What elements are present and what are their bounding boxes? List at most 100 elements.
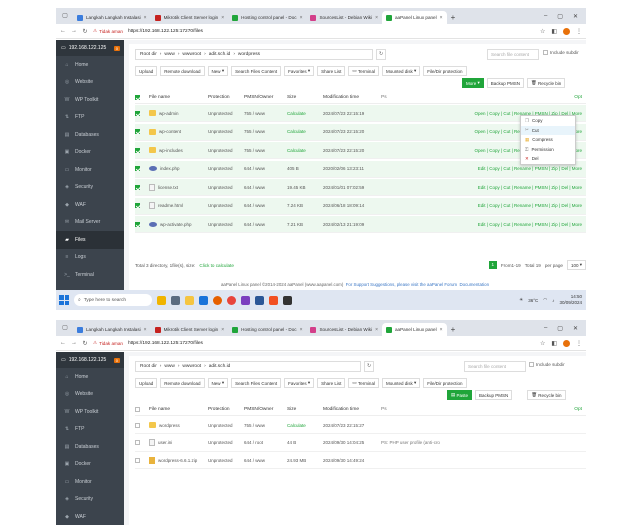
sidebar-item-website[interactable]: ◎ Website [56, 386, 124, 404]
sidebar-item-mail-server[interactable]: ✉ Mail Server [56, 214, 124, 232]
breadcrumb-item[interactable]: Root dir [140, 52, 157, 57]
table-row[interactable]: wp-activate.php Unprotected 644 / www 7.21 … [135, 216, 586, 233]
close-window-icon[interactable]: ✕ [573, 325, 578, 332]
file-name[interactable]: index.php [160, 166, 180, 171]
row-checkbox[interactable] [135, 221, 140, 227]
close-icon[interactable]: × [221, 15, 224, 21]
sidebar-item-files[interactable]: ▰ Files [56, 231, 124, 249]
kebab-menu-icon[interactable]: ⋮ [576, 28, 582, 35]
back-icon[interactable]: ← [60, 28, 66, 34]
row-checkbox[interactable] [135, 110, 140, 116]
new-tab-icon[interactable]: + [451, 13, 456, 22]
sidebar-item-security[interactable]: ◈ Security [56, 179, 124, 197]
remote-download-button[interactable]: Remote download [160, 378, 205, 388]
weather-icon[interactable]: ☀ [519, 297, 523, 303]
per-page-select[interactable]: 100 ▾ [566, 260, 586, 270]
notification-badge[interactable]: 0 [113, 45, 120, 51]
menu-item-cut[interactable]: ✂ Cut [521, 125, 575, 135]
row-checkbox[interactable] [135, 184, 140, 190]
menu-item-permission[interactable]: ⚿ Permission [521, 145, 575, 155]
table-row[interactable]: index.php Unprotected 644 / www 405 B 2020/0… [135, 160, 586, 178]
task-view-icon[interactable] [171, 295, 180, 305]
search-input[interactable]: Search file content [487, 49, 539, 60]
row-checkbox[interactable] [135, 129, 140, 134]
browser-tab[interactable]: Mikrotik Client Server login × [151, 11, 229, 24]
row-checkbox[interactable] [135, 440, 140, 445]
menu-item-compress[interactable]: ▦ Compress [521, 135, 575, 145]
widgets-icon[interactable] [157, 295, 166, 305]
select-all-checkbox[interactable] [135, 95, 140, 100]
breadcrumb-item[interactable]: www [164, 52, 174, 57]
browser-tab-active[interactable]: aaPanel Linux panel × [382, 323, 447, 336]
sidebar-item-monitor[interactable]: ▭ Monitor [56, 161, 124, 179]
browser-tab-active[interactable]: aaPanel Linux panel × [382, 11, 447, 24]
file-name[interactable]: user.ini [158, 440, 172, 445]
row-checkbox[interactable] [135, 166, 140, 171]
avatar[interactable] [563, 339, 570, 347]
browser-tab[interactable]: Mikrotik Client Server login × [151, 323, 229, 336]
favorites-button[interactable]: Favorites ▾ [284, 378, 315, 388]
menu-item-del[interactable]: ✕ Del [521, 154, 575, 164]
close-icon[interactable]: × [300, 15, 303, 21]
new-tab-icon[interactable]: + [451, 325, 456, 334]
wifi-icon[interactable]: ◠ [543, 297, 547, 303]
browser-tab[interactable]: SourcesList - Debian Wiki × [306, 323, 382, 336]
menu-item-copy[interactable]: ❐ Copy [521, 116, 575, 126]
table-row[interactable]: wp-content Unprotected 755 / www Calculate 2… [135, 123, 586, 141]
forward-icon[interactable]: → [71, 28, 77, 34]
refresh-icon[interactable]: ↻ [376, 49, 386, 60]
upload-button[interactable]: Upload [135, 66, 158, 76]
window-menu-icon[interactable]: ▢ [60, 11, 70, 21]
documentation-link[interactable]: Documentation [460, 282, 490, 287]
file-name[interactable]: wp-activate.php [160, 222, 192, 227]
search-files-content-button[interactable]: Search Files Content [231, 66, 282, 76]
file-dir-protection-button[interactable]: File/Dir protection [423, 66, 467, 76]
new-button[interactable]: New ▾ [207, 66, 229, 76]
file-name[interactable]: license.txt [158, 185, 178, 190]
more-button[interactable]: More ▾ [462, 78, 484, 88]
file-dir-protection-button[interactable]: File/Dir protection [423, 378, 467, 388]
close-icon[interactable]: × [300, 327, 303, 333]
select-all-checkbox[interactable] [135, 407, 140, 412]
recycle-bin-button[interactable]: 🗑 Recycle bin [527, 390, 566, 400]
backup-pmsn-button[interactable]: Backup PMSN [486, 78, 525, 88]
page-button[interactable]: 1 [488, 261, 497, 269]
breadcrumb[interactable]: Root dir › www › wwwroot › adit.sch.id › wordpre… [135, 49, 386, 60]
maximize-icon[interactable]: ▢ [557, 13, 563, 20]
volume-icon[interactable]: ♪ [552, 298, 554, 303]
row-checkbox[interactable] [135, 422, 140, 428]
table-row[interactable]: wp-admin Unprotected 755 / www Calculate 202… [135, 105, 586, 122]
close-window-icon[interactable]: ✕ [573, 13, 578, 20]
breadcrumb-item[interactable]: adit.sch.id [209, 364, 231, 369]
back-icon[interactable]: ← [60, 340, 66, 346]
terminal-button[interactable]: ▭ Terminal [348, 378, 379, 388]
row-actions[interactable]: Edit | Copy | Cut | Rename | PMSN | Zip … [478, 185, 586, 190]
sidebar-item-databases[interactable]: ▤ Databases [56, 126, 124, 144]
sidebar-item-website[interactable]: ◎ Website [56, 74, 124, 92]
close-icon[interactable]: × [375, 15, 378, 21]
file-name[interactable]: wp-content [159, 129, 181, 134]
mounted-disk-button[interactable]: Mounted disk ▾ [381, 378, 421, 388]
breadcrumb-item[interactable]: wwwroot [182, 364, 201, 369]
chrome-icon[interactable] [227, 295, 236, 305]
breadcrumb-item[interactable]: wwwroot [182, 52, 201, 57]
search-files-content-button[interactable]: Search Files Content [231, 378, 282, 388]
table-row[interactable]: wordpress-6.6.1.zip Unprotected 644 / www 2… [135, 452, 586, 469]
share-list-button[interactable]: Share List [317, 378, 346, 388]
table-row[interactable]: wp-includes Unprotected 755 / www Calculate… [135, 142, 586, 159]
table-row[interactable]: user.ini Unprotected 644 / root 44 B 2024/09… [135, 435, 586, 452]
close-icon[interactable]: × [144, 15, 147, 21]
forum-link[interactable]: For Support Suggestions, please visit th… [346, 282, 457, 287]
close-icon[interactable]: × [375, 327, 378, 333]
terminal-button[interactable]: ▭ Terminal [348, 66, 379, 76]
forward-icon[interactable]: → [71, 340, 77, 346]
row-checkbox[interactable] [135, 457, 140, 463]
file-explorer-icon[interactable] [185, 295, 194, 305]
row-actions[interactable]: Edit | Copy | Cut | Rename | PMSN | Zip … [478, 203, 586, 208]
row-actions[interactable]: Edit | Copy | Cut | Rename | PMSN | Zip … [478, 166, 586, 171]
notification-badge[interactable]: 0 [113, 357, 120, 363]
include-subdir-checkbox[interactable]: Include subdir [543, 50, 579, 55]
breadcrumb-item[interactable]: wordpress [238, 52, 260, 57]
breadcrumb-item[interactable]: adit.sch.id [209, 52, 231, 57]
edge-icon[interactable] [199, 295, 208, 305]
